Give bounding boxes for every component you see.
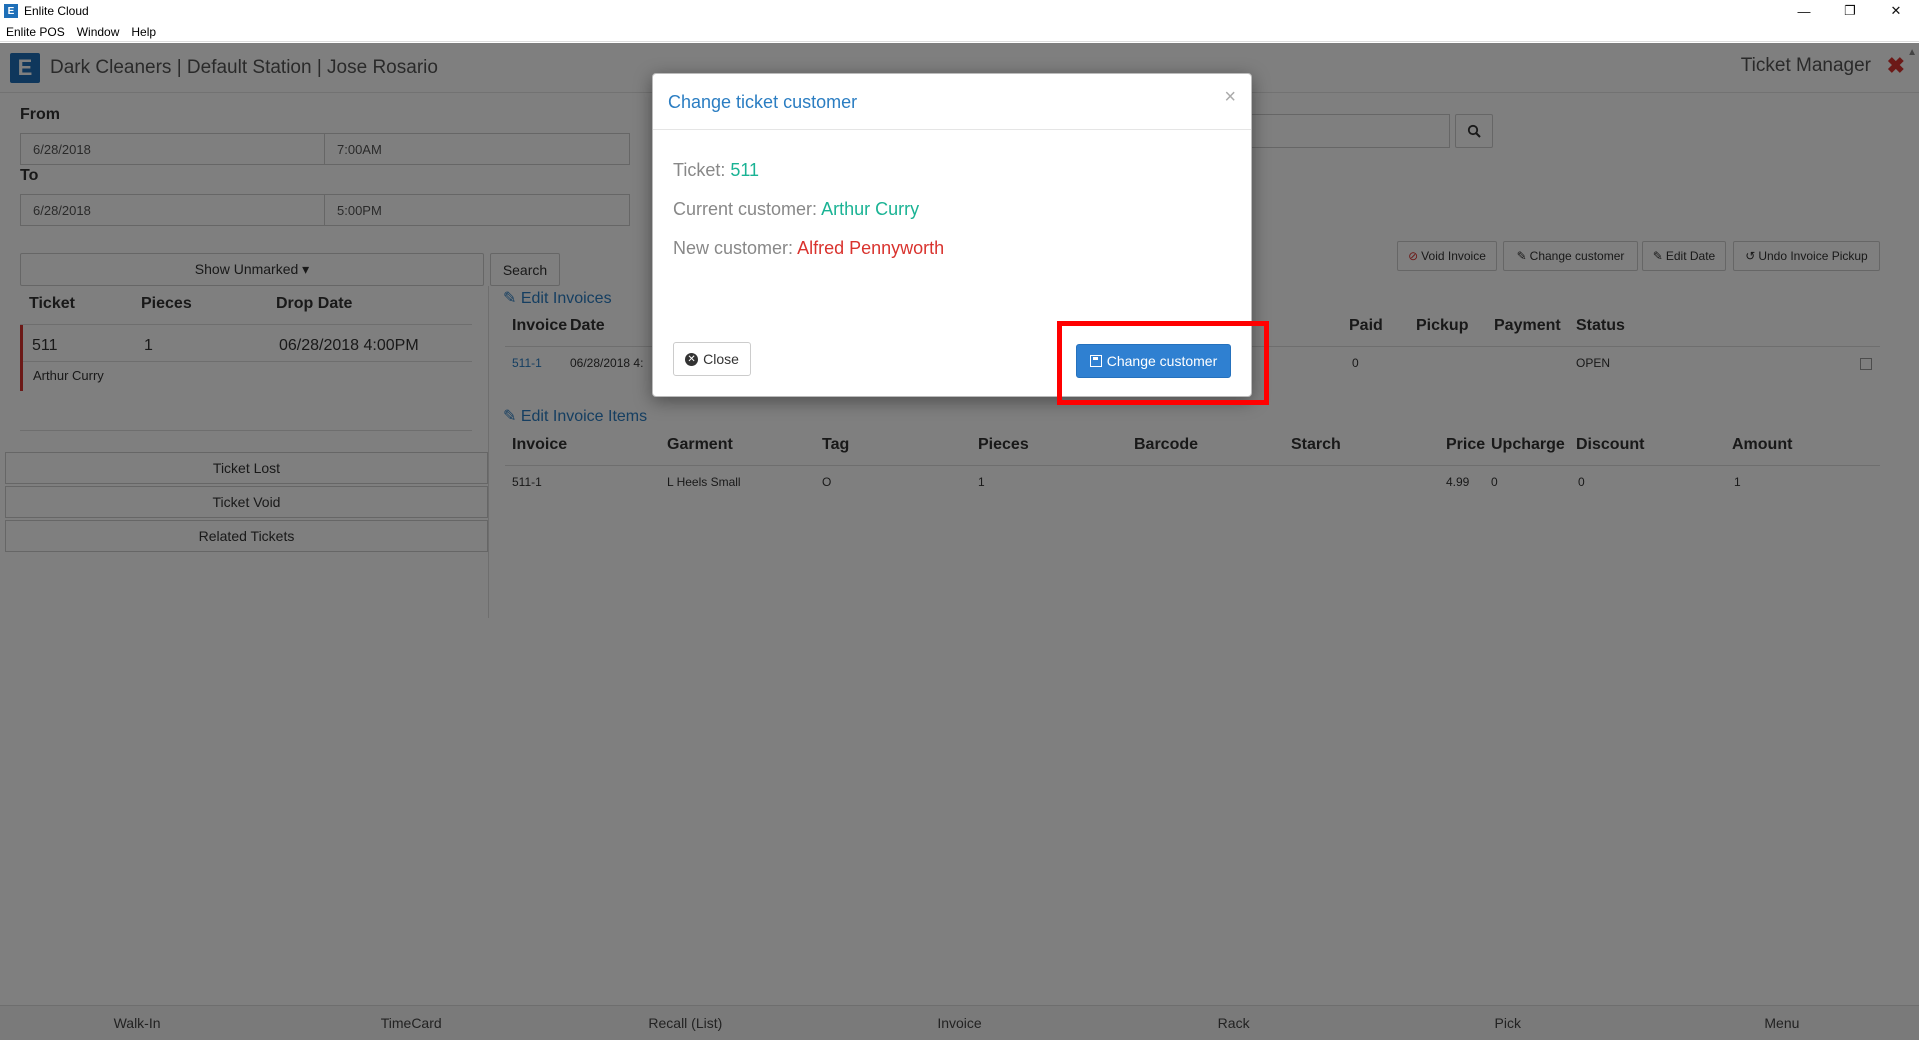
modal-title: Change ticket customer [668, 92, 858, 112]
current-customer-value: Arthur Curry [821, 199, 920, 219]
menu-enlite-pos[interactable]: Enlite POS [6, 25, 65, 39]
menu-help[interactable]: Help [131, 25, 156, 39]
modal-close-icon[interactable]: × [1224, 86, 1236, 109]
modal-new-customer-line: New customer: Alfred Pennyworth [673, 238, 944, 259]
current-customer-label: Current customer: [673, 199, 818, 219]
ticket-label: Ticket: [673, 160, 726, 180]
menu-bar: Enlite POS Window Help [0, 22, 1919, 42]
close-circle-icon: ✕ [685, 352, 699, 366]
modal-ticket-line: Ticket: 511 [673, 160, 759, 181]
window-titlebar: E Enlite Cloud — ❐ ✕ [0, 0, 1919, 22]
restore-button[interactable]: ❐ [1827, 0, 1873, 22]
menu-window[interactable]: Window [77, 25, 120, 39]
ticket-value: 511 [730, 160, 760, 180]
modal-close-button[interactable]: ✕ Close [673, 342, 751, 376]
modal-header: Change ticket customer × [653, 74, 1251, 130]
new-customer-value: Alfred Pennyworth [797, 238, 945, 258]
highlight-box [1057, 321, 1269, 405]
window-title: Enlite Cloud [24, 4, 89, 18]
minimize-button[interactable]: — [1781, 0, 1827, 22]
new-customer-label: New customer: [673, 238, 794, 258]
app-logo-icon: E [4, 4, 18, 18]
modal-current-customer-line: Current customer: Arthur Curry [673, 199, 919, 220]
modal-close-label: Close [703, 351, 739, 367]
window-close-button[interactable]: ✕ [1873, 0, 1919, 22]
